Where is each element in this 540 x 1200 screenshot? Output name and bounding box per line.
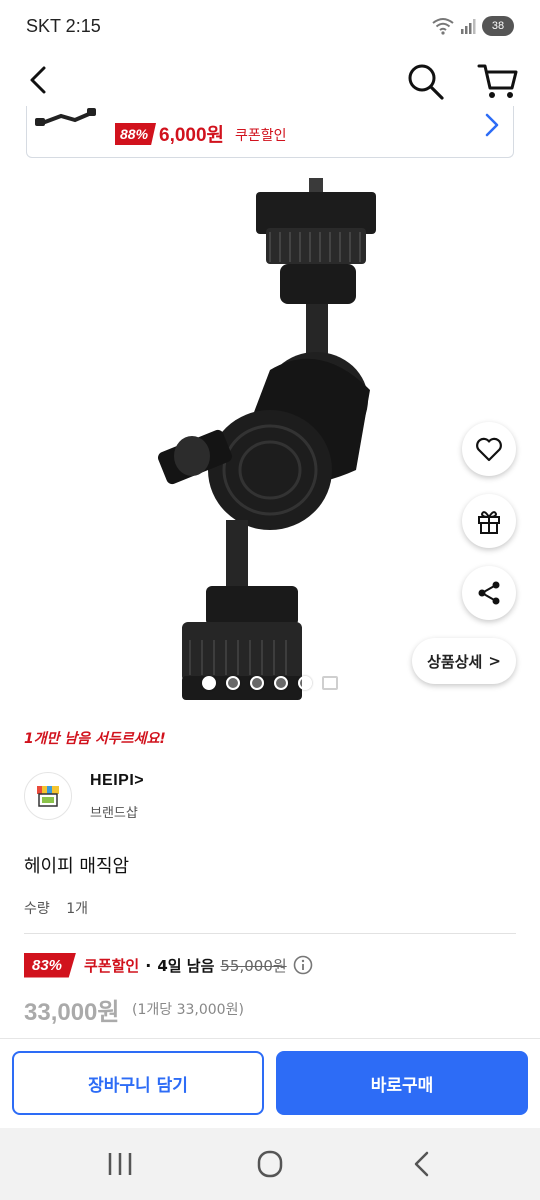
carousel-dot[interactable] bbox=[250, 676, 264, 690]
signal-icon bbox=[461, 19, 476, 34]
product-detail-label: 상품상세 bbox=[427, 652, 483, 671]
top-nav bbox=[0, 54, 540, 106]
carousel-dot[interactable] bbox=[274, 676, 288, 690]
separator-dot: · bbox=[145, 955, 152, 975]
banner-price: 6,000원 bbox=[159, 125, 225, 146]
search-icon[interactable] bbox=[404, 60, 446, 102]
recent-apps-icon[interactable] bbox=[100, 1148, 140, 1180]
quantity-value: 1개 bbox=[66, 901, 89, 917]
carousel-dot[interactable] bbox=[298, 676, 312, 690]
status-icons: 38 bbox=[432, 16, 514, 36]
carousel-dots bbox=[202, 676, 338, 690]
banner-discount-badge: 88% bbox=[115, 123, 157, 145]
carousel-dot[interactable] bbox=[202, 676, 216, 690]
divider bbox=[24, 933, 516, 934]
brand-name-link[interactable]: HEIPI> bbox=[90, 772, 144, 790]
discount-row: 83% 쿠폰할인 · 4일 남음 55,000원 bbox=[24, 950, 313, 980]
battery-indicator: 38 bbox=[482, 16, 514, 36]
product-title: 헤이피 매직암 bbox=[24, 856, 130, 877]
quantity-info: 수량 1개 bbox=[24, 898, 88, 918]
share-button[interactable] bbox=[462, 566, 516, 620]
unit-price: (1개당 33,000원) bbox=[132, 1002, 244, 1018]
coupon-banner[interactable]: 88% 6,000원 쿠폰할인 bbox=[26, 106, 514, 158]
stock-alert: 1개만 남음 서두르세요! bbox=[24, 731, 166, 747]
carrier-time: SKT 2:15 bbox=[26, 16, 101, 36]
chevron-right-icon: > bbox=[488, 652, 501, 670]
share-icon bbox=[478, 581, 500, 605]
info-icon[interactable] bbox=[293, 955, 313, 975]
back-nav-icon[interactable] bbox=[402, 1148, 442, 1180]
final-price: 33,000원 bbox=[24, 999, 120, 1026]
carousel-dot[interactable] bbox=[226, 676, 240, 690]
gift-icon bbox=[478, 511, 500, 534]
system-nav-bar bbox=[0, 1128, 540, 1200]
gift-button[interactable] bbox=[462, 494, 516, 548]
cart-icon[interactable] bbox=[476, 60, 520, 102]
quantity-label: 수량 bbox=[24, 901, 50, 917]
purchase-action-bar: 장바구니 담기 바로구매 bbox=[0, 1038, 540, 1128]
buy-now-button[interactable]: 바로구매 bbox=[276, 1051, 528, 1115]
coupon-label: 쿠폰할인 bbox=[84, 956, 140, 975]
banner-product-thumbnail bbox=[35, 108, 96, 126]
add-to-cart-button[interactable]: 장바구니 담기 bbox=[12, 1051, 264, 1115]
discount-badge: 83% bbox=[24, 952, 77, 978]
product-detail-button[interactable]: 상품상세 > bbox=[412, 638, 516, 684]
store-icon bbox=[37, 786, 59, 807]
wifi-icon bbox=[432, 18, 454, 35]
carousel-more-icon[interactable] bbox=[322, 676, 338, 690]
remaining-days: 4일 남음 bbox=[157, 956, 215, 975]
brand-type: 브랜드샵 bbox=[90, 806, 138, 821]
home-icon[interactable] bbox=[250, 1148, 290, 1180]
wishlist-button[interactable] bbox=[462, 422, 516, 476]
chevron-right-icon bbox=[485, 113, 499, 137]
banner-coupon-label: 쿠폰할인 bbox=[235, 128, 287, 144]
product-image[interactable] bbox=[120, 170, 420, 710]
back-icon[interactable] bbox=[20, 60, 60, 100]
heart-icon bbox=[476, 437, 502, 462]
brand-logo[interactable] bbox=[24, 772, 72, 820]
status-bar: SKT 2:15 38 bbox=[0, 0, 540, 54]
original-price: 55,000원 bbox=[220, 956, 287, 975]
